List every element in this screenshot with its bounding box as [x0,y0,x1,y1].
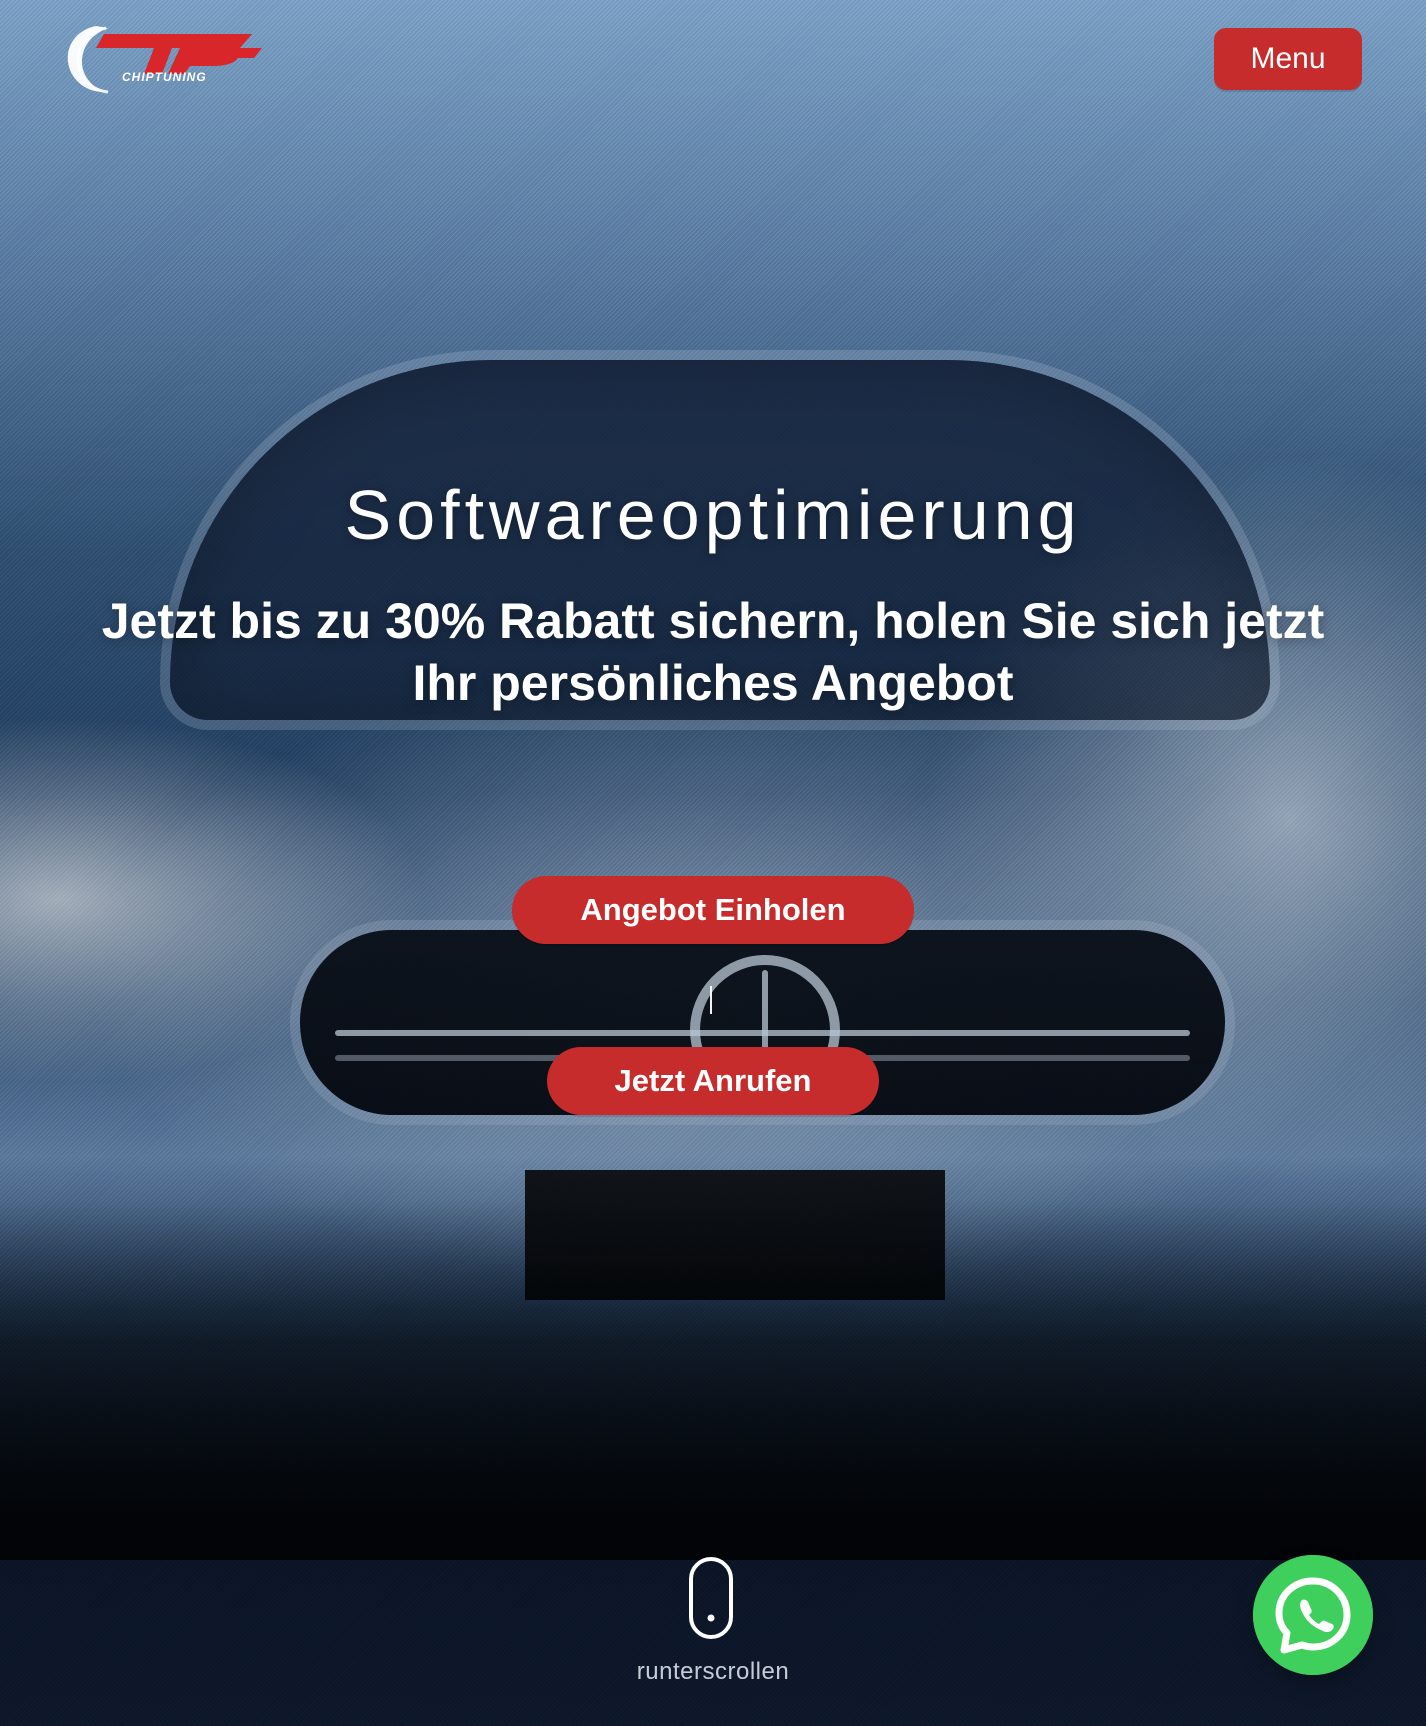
mouse-scroll-icon[interactable] [688,1556,734,1640]
page-title: Softwareoptimierung [344,476,1082,554]
text-cursor [710,986,712,1014]
whatsapp-icon [1253,1555,1373,1675]
offer-button[interactable]: Angebot Einholen [512,876,914,944]
whatsapp-button[interactable] [1253,1555,1373,1675]
hero-content: Softwareoptimierung Jetzt bis zu 30% Rab… [0,0,1426,1726]
hero-subtitle: Jetzt bis zu 30% Rabatt sichern, holen S… [101,593,1325,711]
scroll-label[interactable]: runterscrollen [0,1658,1426,1686]
call-button[interactable]: Jetzt Anrufen [547,1047,879,1115]
